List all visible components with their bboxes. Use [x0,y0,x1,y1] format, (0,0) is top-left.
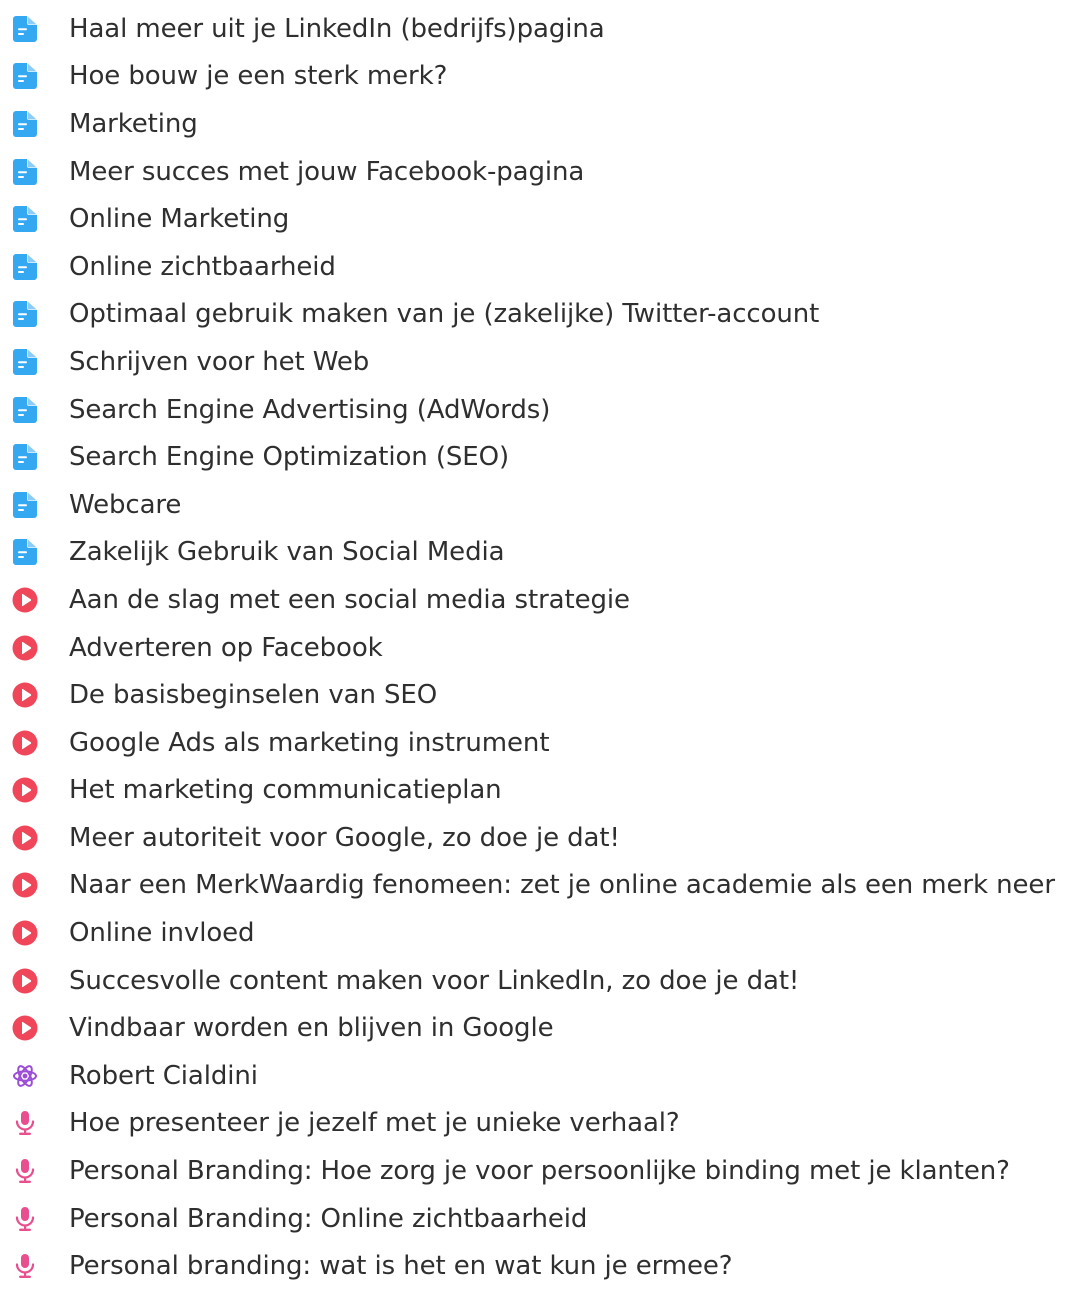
list-item-label[interactable]: Naar een MerkWaardig fenomeen: zet je on… [69,872,1055,898]
list-item-label[interactable]: Hoe presenteer je jezelf met je unieke v… [69,1110,680,1136]
list-item-label[interactable]: Personal branding: wat is het en wat kun… [69,1253,733,1279]
microphone-icon [12,1206,38,1232]
list-item[interactable]: Search Engine Optimization (SEO) [0,433,1074,481]
document-icon [12,15,38,42]
list-item[interactable]: Online Marketing [0,195,1074,243]
list-item[interactable]: Haal meer uit je LinkedIn (bedrijfs)pagi… [0,5,1074,53]
list-item[interactable]: Zakelijk Gebruik van Social Media [0,529,1074,577]
play-video-icon [12,635,38,661]
play-video-icon [12,872,38,898]
microphone-icon [12,1253,38,1279]
list-item-label[interactable]: Meer autoriteit voor Google, zo doe je d… [69,825,620,851]
list-item-label[interactable]: Meer succes met jouw Facebook-pagina [69,159,584,185]
play-video-icon [12,777,38,803]
list-item-label[interactable]: Adverteren op Facebook [69,635,383,661]
document-icon [12,491,38,518]
list-item-label[interactable]: Vindbaar worden en blijven in Google [69,1015,554,1041]
list-item[interactable]: Hoe presenteer je jezelf met je unieke v… [0,1100,1074,1148]
document-icon [12,206,38,233]
list-item[interactable]: Optimaal gebruik maken van je (zakelijke… [0,291,1074,339]
document-icon [12,444,38,471]
list-item-label[interactable]: Aan de slag met een social media strateg… [69,587,630,613]
atom-icon [12,1063,38,1089]
list-item-label[interactable]: Online zichtbaarheid [69,254,336,280]
play-video-icon [12,920,38,946]
list-item[interactable]: Meer succes met jouw Facebook-pagina [0,148,1074,196]
list-item-label[interactable]: Webcare [69,492,181,518]
play-video-icon [12,1015,38,1041]
document-icon [12,348,38,375]
play-video-icon [12,968,38,994]
list-item[interactable]: Het marketing communicatieplan [0,767,1074,815]
document-icon [12,158,38,185]
list-item[interactable]: Online zichtbaarheid [0,243,1074,291]
list-item[interactable]: Marketing [0,100,1074,148]
list-item[interactable]: Schrijven voor het Web [0,338,1074,386]
list-item-label[interactable]: Zakelijk Gebruik van Social Media [69,539,505,565]
list-item[interactable]: Personal Branding: Online zichtbaarheid [0,1195,1074,1243]
play-video-icon [12,682,38,708]
list-item-label[interactable]: Marketing [69,111,198,137]
document-icon [12,539,38,566]
list-item[interactable]: Meer autoriteit voor Google, zo doe je d… [0,814,1074,862]
list-item[interactable]: Succesvolle content maken voor LinkedIn,… [0,957,1074,1005]
list-item-label[interactable]: De basisbeginselen van SEO [69,682,437,708]
list-item[interactable]: Robert Cialdini [0,1052,1074,1100]
list-item-label[interactable]: Succesvolle content maken voor LinkedIn,… [69,968,799,994]
microphone-icon [12,1158,38,1184]
list-item-label[interactable]: Online Marketing [69,206,289,232]
microphone-icon [12,1110,38,1136]
list-item[interactable]: Webcare [0,481,1074,529]
list-item-label[interactable]: Het marketing communicatieplan [69,777,502,803]
list-item[interactable]: Google Ads als marketing instrument [0,719,1074,767]
document-icon [12,253,38,280]
list-item-label[interactable]: Robert Cialdini [69,1063,258,1089]
play-video-icon [12,587,38,613]
list-item-label[interactable]: Hoe bouw je een sterk merk? [69,63,447,89]
document-icon [12,63,38,90]
list-item-label[interactable]: Search Engine Advertising (AdWords) [69,397,550,423]
list-item[interactable]: Vindbaar worden en blijven in Google [0,1004,1074,1052]
document-icon [12,396,38,423]
list-item-label[interactable]: Schrijven voor het Web [69,349,369,375]
document-icon [12,301,38,328]
list-item-label[interactable]: Haal meer uit je LinkedIn (bedrijfs)pagi… [69,16,605,42]
list-item[interactable]: Adverteren op Facebook [0,624,1074,672]
list-item-label[interactable]: Personal Branding: Hoe zorg je voor pers… [69,1158,1010,1184]
list-item[interactable]: Naar een MerkWaardig fenomeen: zet je on… [0,862,1074,910]
list-item-label[interactable]: Online invloed [69,920,255,946]
list-item[interactable]: Personal branding: wat is het en wat kun… [0,1242,1074,1290]
list-item-label[interactable]: Personal Branding: Online zichtbaarheid [69,1206,587,1232]
list-item[interactable]: Personal Branding: Hoe zorg je voor pers… [0,1147,1074,1195]
list-item[interactable]: Search Engine Advertising (AdWords) [0,386,1074,434]
list-item[interactable]: Aan de slag met een social media strateg… [0,576,1074,624]
list-item[interactable]: Online invloed [0,909,1074,957]
list-item-label[interactable]: Optimaal gebruik maken van je (zakelijke… [69,301,819,327]
list-item[interactable]: Hoe bouw je een sterk merk? [0,53,1074,101]
list-item-label[interactable]: Search Engine Optimization (SEO) [69,444,509,470]
list-item[interactable]: De basisbeginselen van SEO [0,671,1074,719]
list-item-label[interactable]: Google Ads als marketing instrument [69,730,550,756]
content-list: Haal meer uit je LinkedIn (bedrijfs)pagi… [0,5,1074,1290]
document-icon [12,110,38,137]
play-video-icon [12,730,38,756]
play-video-icon [12,825,38,851]
